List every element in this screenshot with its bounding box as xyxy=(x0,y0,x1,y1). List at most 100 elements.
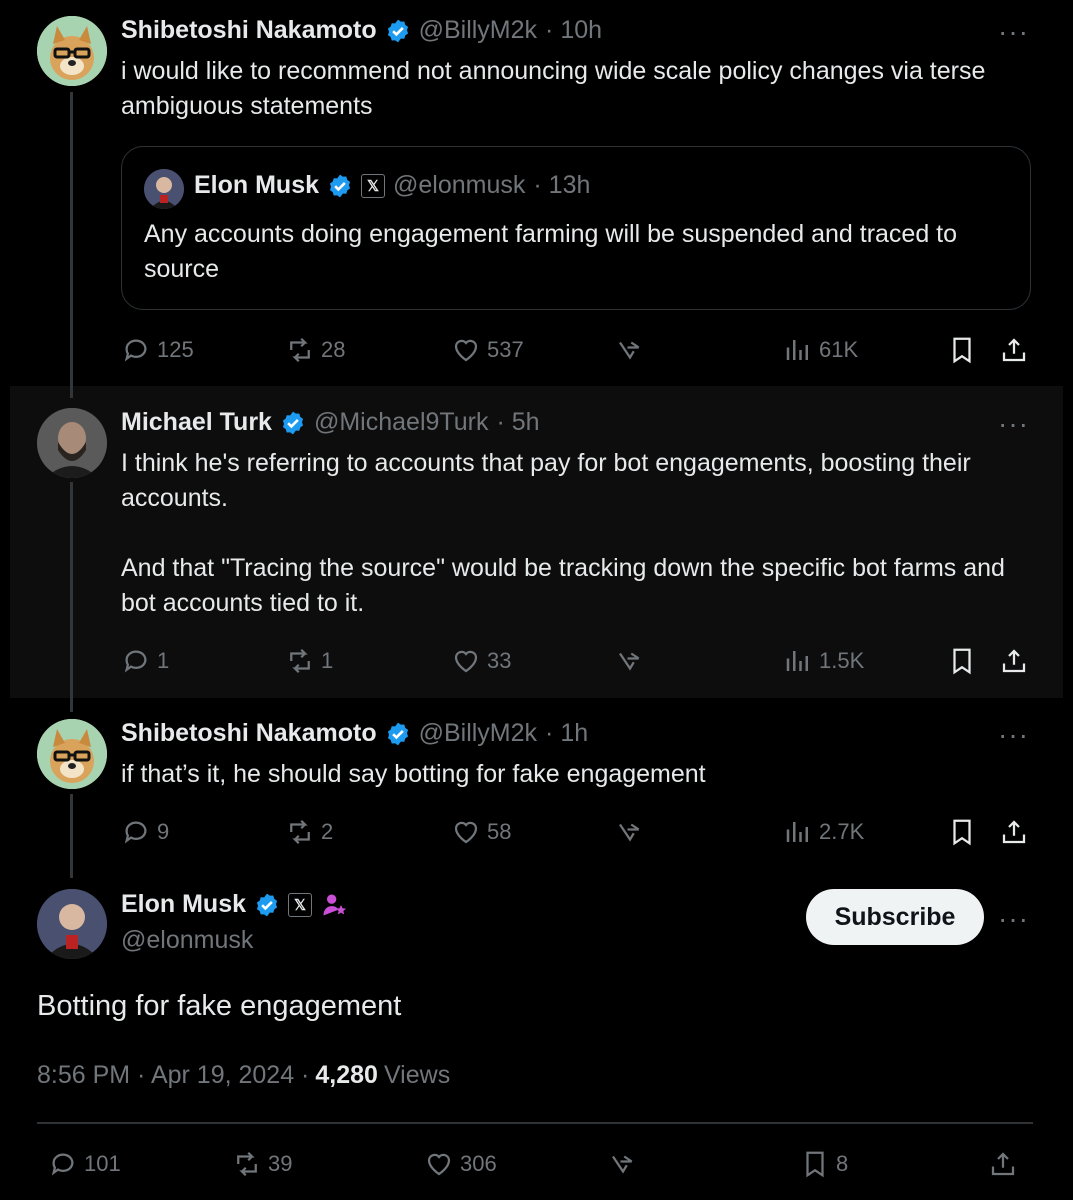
bookmark-icon xyxy=(953,648,971,675)
views-button[interactable]: 1.5K xyxy=(783,641,864,681)
like-icon xyxy=(454,650,478,673)
display-name[interactable]: Shibetoshi Nakamoto xyxy=(121,16,377,45)
person-avatar-icon xyxy=(37,408,107,478)
reply-count: 1 xyxy=(157,648,170,673)
doge-avatar-icon xyxy=(37,719,107,789)
verified-badge-icon xyxy=(329,174,351,197)
reply-button[interactable]: 1 xyxy=(121,641,169,681)
views-icon xyxy=(786,651,808,671)
repost-count: 1 xyxy=(321,648,334,673)
view-count: 1.5K xyxy=(819,648,865,673)
quote-text: Any accounts doing engagement farming wi… xyxy=(144,220,958,283)
repost-button[interactable]: 39 xyxy=(232,1144,292,1184)
thread-line xyxy=(70,92,73,398)
person-avatar-icon xyxy=(144,169,184,209)
tweet-header: Michael Turk @Michael9Turk · 5h xyxy=(121,408,540,437)
avatar[interactable] xyxy=(37,719,107,789)
action-bar: 125 28 537 61K xyxy=(121,330,1041,370)
grok-icon xyxy=(619,823,640,842)
share-button[interactable] xyxy=(999,641,1029,681)
grok-icon xyxy=(619,652,640,671)
tweet-header: Shibetoshi Nakamoto @BillyM2k · 1h xyxy=(121,719,588,748)
timestamp: · 13h xyxy=(533,171,591,199)
views-label: Views xyxy=(383,1061,451,1089)
verified-badge-icon xyxy=(387,19,408,42)
reply-button[interactable]: 101 xyxy=(48,1144,121,1184)
like-button[interactable]: 537 xyxy=(451,330,524,370)
grok-button[interactable] xyxy=(608,1144,638,1184)
tweet-text: if that’s it, he should say botting for … xyxy=(121,760,706,788)
thread-line xyxy=(70,794,73,878)
verified-badge-icon xyxy=(387,722,408,745)
avatar[interactable] xyxy=(37,889,107,959)
tweet-text: I think he's referring to accounts that … xyxy=(121,449,1005,617)
more-icon[interactable]: ··· xyxy=(998,903,1029,935)
share-button[interactable] xyxy=(999,330,1029,370)
tweet-header: Shibetoshi Nakamoto @BillyM2k · 10h xyxy=(121,16,602,45)
like-count: 58 xyxy=(487,819,512,844)
bookmark-button[interactable]: 8 xyxy=(800,1144,848,1184)
subscriber-star-icon xyxy=(323,894,347,915)
repost-icon xyxy=(237,1151,257,1177)
like-button[interactable]: 306 xyxy=(424,1144,497,1184)
bookmark-button[interactable] xyxy=(947,641,977,681)
repost-button[interactable]: 28 xyxy=(285,330,345,370)
display-name[interactable]: Elon Musk xyxy=(121,890,246,919)
like-count: 306 xyxy=(460,1151,497,1176)
handle[interactable]: @BillyM2k xyxy=(419,719,537,748)
avatar[interactable] xyxy=(37,408,107,478)
reply-count: 101 xyxy=(84,1151,121,1176)
doge-avatar-icon xyxy=(37,16,107,86)
more-icon[interactable]: ··· xyxy=(998,719,1029,751)
handle[interactable]: @Michael9Turk xyxy=(314,408,489,437)
reply-button[interactable]: 125 xyxy=(121,330,194,370)
handle[interactable]: @elonmusk xyxy=(121,926,253,955)
bookmark-button[interactable] xyxy=(947,330,977,370)
reply-icon xyxy=(51,1153,74,1176)
like-button[interactable]: 58 xyxy=(451,812,511,852)
verified-badge-icon xyxy=(256,893,278,916)
timestamp[interactable]: · 5h xyxy=(496,408,539,437)
bookmark-button[interactable] xyxy=(947,812,977,852)
repost-count: 39 xyxy=(268,1151,293,1176)
display-name: Elon Musk xyxy=(194,171,320,199)
tweet-header: Elon Musk 𝕏 xyxy=(121,890,348,919)
like-count: 537 xyxy=(487,337,524,362)
views-button[interactable]: 61K xyxy=(783,330,858,370)
share-button[interactable] xyxy=(988,1144,1018,1184)
share-button[interactable] xyxy=(999,812,1029,852)
timestamp[interactable]: 8:56 PM · Apr 19, 2024 · xyxy=(37,1061,309,1090)
grok-button[interactable] xyxy=(615,330,645,370)
reply-icon xyxy=(124,650,147,673)
like-button[interactable]: 33 xyxy=(451,641,511,681)
subscribe-button[interactable]: Subscribe xyxy=(806,889,984,945)
repost-icon xyxy=(290,819,310,845)
display-name[interactable]: Shibetoshi Nakamoto xyxy=(121,719,377,748)
reply-icon xyxy=(124,821,147,844)
like-icon xyxy=(454,821,478,844)
x-affiliate-icon: 𝕏 xyxy=(361,173,386,198)
display-name[interactable]: Michael Turk xyxy=(121,408,272,437)
tweet-meta: 8:56 PM · Apr 19, 2024 · 4,280 Views xyxy=(37,1061,450,1090)
repost-count: 28 xyxy=(321,337,346,362)
grok-button[interactable] xyxy=(615,641,645,681)
timestamp[interactable]: · 10h xyxy=(545,16,602,45)
x-affiliate-icon[interactable]: 𝕏 xyxy=(288,892,313,917)
action-bar: 9 2 58 2.7K xyxy=(121,812,1041,852)
quoted-tweet[interactable]: Elon Musk 𝕏 @elonmusk · 13h Any accounts… xyxy=(121,146,1031,310)
handle[interactable]: @BillyM2k xyxy=(419,16,537,45)
more-icon[interactable]: ··· xyxy=(998,16,1029,48)
view-count: 2.7K xyxy=(819,819,865,844)
repost-button[interactable]: 2 xyxy=(285,812,333,852)
reply-button[interactable]: 9 xyxy=(121,812,169,852)
views-button[interactable]: 2.7K xyxy=(783,812,864,852)
repost-count: 2 xyxy=(321,819,334,844)
verified-badge-icon xyxy=(282,411,304,434)
timestamp[interactable]: · 1h xyxy=(545,719,588,748)
repost-button[interactable]: 1 xyxy=(285,641,333,681)
share-icon xyxy=(1002,338,1026,362)
more-icon[interactable]: ··· xyxy=(998,408,1029,440)
like-icon xyxy=(427,1153,451,1176)
avatar[interactable] xyxy=(37,16,107,86)
grok-button[interactable] xyxy=(615,812,645,852)
